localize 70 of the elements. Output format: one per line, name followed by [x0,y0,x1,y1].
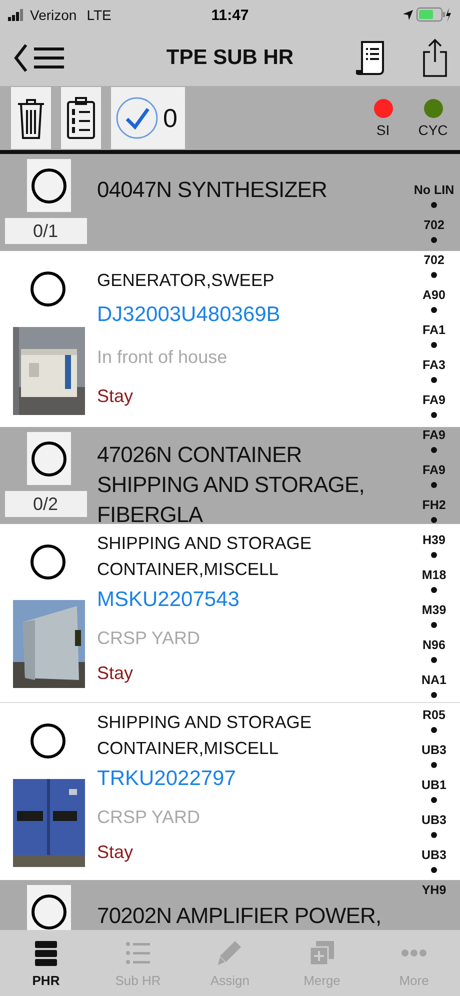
circle-icon [30,723,66,759]
index-label[interactable]: UB3 [421,738,446,762]
location-icon [402,9,414,21]
item-checkbox[interactable] [30,723,68,761]
index-label[interactable]: FA9 [422,458,446,482]
serial-number: DJ32003U480369B [97,303,282,327]
battery-icon [414,7,452,23]
location: CRSP YARD [97,628,202,649]
network-type: LTE [86,7,112,23]
location: CRSP YARD [97,807,202,828]
tab[interactable]: PHR [0,930,92,996]
item-checkbox[interactable] [30,544,68,582]
item-status: Stay [97,386,134,407]
circle-icon [30,271,66,307]
checklist-button[interactable] [61,87,101,149]
select-all-button[interactable]: 0 [111,87,186,149]
index-label[interactable]: M39 [422,598,446,622]
index-label[interactable]: FA9 [422,388,446,412]
screen-title: TPE SUB HR [166,46,294,70]
index-label[interactable]: NA1 [421,668,446,692]
group-title: 47026N CONTAINER SHIPPING AND STORAGE, FIBERGLA [97,441,366,529]
indicator-label: SI [376,122,390,138]
location: In front of house [97,347,228,368]
group-title: 04047N SYNTHESIZER [97,176,327,204]
group-title: 70202N AMPLIFIER POWER, [97,902,382,930]
share-icon[interactable] [422,38,448,78]
item-name: GENERATOR,SWEEP [97,269,276,292]
item-status: Stay [97,842,134,863]
item-status: Stay [97,663,134,684]
index-label[interactable]: FA9 [422,423,446,447]
index-label[interactable]: UB1 [421,773,446,797]
group-checkbox[interactable] [26,432,70,485]
indicator-label: CYC [418,122,448,138]
item-name: SHIPPING AND STORAGE CONTAINER,MISCELL [97,532,313,581]
index-label[interactable]: No LIN [414,178,454,202]
delete-button[interactable] [11,87,51,149]
circle-icon [30,894,66,930]
selected-count: 0 [163,102,178,134]
index-label[interactable]: YH9 [422,878,446,902]
index-label[interactable]: UB3 [421,808,446,832]
item-checkbox[interactable] [30,271,68,309]
circle-icon [30,168,66,204]
group-count: 0/2 [4,491,86,517]
index-label[interactable]: FA3 [422,353,446,377]
index-label[interactable]: R05 [422,703,446,727]
index-label[interactable]: M18 [422,563,446,587]
signal-icon [8,9,26,21]
index-label[interactable]: 702 [424,213,444,237]
index-label[interactable]: FA1 [422,318,446,342]
circle-icon [30,440,66,476]
document-icon[interactable] [356,40,386,76]
index-label[interactable]: H39 [422,528,446,552]
index-label[interactable]: 702 [424,248,444,272]
clock: 11:47 [211,6,249,24]
item-name: SHIPPING AND STORAGE CONTAINER,MISCELL [97,711,313,760]
serial-number: TRKU2022797 [97,767,237,791]
checkmark-circle-icon [115,96,159,140]
index-label[interactable]: FH2 [422,493,446,517]
index-label[interactable]: UB3 [421,843,446,867]
group-checkbox[interactable] [26,159,70,212]
more-icon [401,949,427,957]
circle-icon [30,544,66,580]
index-label[interactable]: N96 [422,633,446,657]
serial-number: MSKU2207543 [97,588,240,612]
carrier: Verizon [30,7,77,23]
clipboard-list-icon [65,96,97,140]
index-label[interactable]: A90 [422,283,446,307]
group-count: 0/1 [4,218,86,244]
trash-icon [16,96,46,140]
group-checkbox[interactable] [26,885,70,930]
